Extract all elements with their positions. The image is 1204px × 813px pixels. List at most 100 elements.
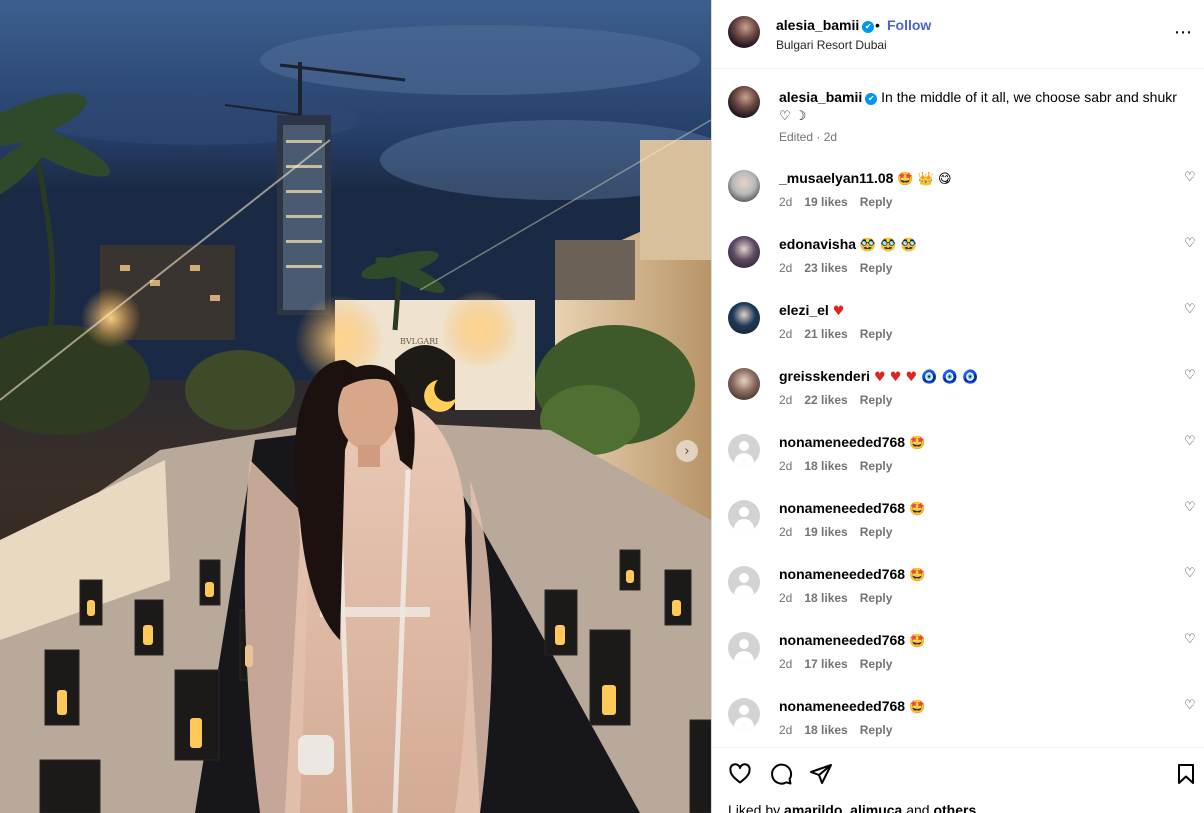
commenter-username[interactable]: nonameneeded768: [779, 566, 905, 582]
caption-username[interactable]: alesia_bamii: [779, 89, 862, 105]
default-avatar-icon[interactable]: [728, 434, 760, 466]
comment-likes[interactable]: 17 likes: [804, 657, 847, 671]
comment-like-heart-icon[interactable]: ♡: [1184, 434, 1196, 449]
comment-item: elezi_el ♥ 2d 21 likes Reply ♡: [728, 302, 1198, 358]
comment-item: nonameneeded768 🤩 2d 19 likes Reply ♡: [728, 500, 1198, 556]
reply-button[interactable]: Reply: [860, 327, 893, 341]
commenter-avatar[interactable]: [728, 302, 760, 334]
comment-item: nonameneeded768 🤩 2d 18 likes Reply ♡: [728, 698, 1198, 754]
commenter-username[interactable]: edonavisha: [779, 236, 856, 252]
reply-button[interactable]: Reply: [860, 393, 893, 407]
comment-meta: 2d 18 likes Reply: [779, 723, 904, 737]
commenter-username[interactable]: greisskenderi: [779, 368, 870, 384]
comment-text: 🤩: [908, 502, 926, 517]
comment-time: 2d: [779, 393, 793, 407]
default-avatar-icon[interactable]: [728, 632, 760, 664]
liked-by-line: Liked by amarildo_alimuca and others: [728, 802, 976, 813]
commenter-username[interactable]: nonameneeded768: [779, 500, 905, 516]
more-options-icon[interactable]: ⋯: [1174, 22, 1193, 43]
comment-meta: 2d 23 likes Reply: [779, 261, 904, 275]
reply-button[interactable]: Reply: [860, 591, 893, 605]
commenter-username[interactable]: elezi_el: [779, 302, 829, 318]
comment-likes[interactable]: 18 likes: [804, 591, 847, 605]
bulgari-sign: BVLGARI: [400, 337, 438, 346]
next-photo-button[interactable]: ›: [676, 440, 698, 462]
liked-by-user[interactable]: amarildo_alimuca: [784, 802, 902, 813]
comment-meta: 2d 21 likes Reply: [779, 327, 904, 341]
comment-meta: 2d 18 likes Reply: [779, 459, 904, 473]
default-avatar-icon[interactable]: [728, 698, 760, 730]
comment-likes[interactable]: 19 likes: [804, 525, 847, 539]
author-username-text: alesia_bamii: [776, 17, 860, 33]
comment-meta: 2d 19 likes Reply: [779, 195, 904, 209]
comment-body: nonameneeded768 🤩: [779, 632, 925, 649]
photo-scene: BVLGARI: [0, 0, 711, 813]
default-avatar-icon[interactable]: [728, 500, 760, 532]
comment-like-heart-icon[interactable]: ♡: [1184, 500, 1196, 515]
caption-meta: Edited · 2d: [779, 130, 838, 144]
comment-likes[interactable]: 22 likes: [804, 393, 847, 407]
comment-text: 🤩: [908, 634, 926, 649]
author-username[interactable]: alesia_bamii ✔: [776, 17, 875, 33]
chevron-right-icon: ›: [684, 443, 690, 459]
commenter-avatar[interactable]: [728, 236, 760, 268]
comment-time: 2d: [779, 459, 793, 473]
post-photo[interactable]: BVLGARI ›: [0, 0, 711, 813]
comment-text: 🥸 🥸 🥸: [859, 238, 917, 253]
post-details-panel: alesia_bamii ✔ • Follow Bulgari Resort Du…: [711, 0, 1204, 813]
caption-author-avatar[interactable]: [728, 86, 760, 118]
follow-button[interactable]: Follow: [887, 17, 931, 33]
comment-like-heart-icon[interactable]: ♡: [1184, 368, 1196, 383]
comment-like-heart-icon[interactable]: ♡: [1184, 170, 1196, 185]
commenter-avatar[interactable]: [728, 170, 760, 202]
post-location[interactable]: Bulgari Resort Dubai: [776, 38, 887, 52]
commenter-username[interactable]: _musaelyan11.08: [779, 170, 893, 186]
reply-button[interactable]: Reply: [860, 723, 893, 737]
reply-button[interactable]: Reply: [860, 261, 893, 275]
comment-time: 2d: [779, 327, 793, 341]
comment-likes[interactable]: 18 likes: [804, 459, 847, 473]
comment-body: elezi_el ♥: [779, 302, 844, 319]
reply-button[interactable]: Reply: [860, 525, 893, 539]
commenter-username[interactable]: nonameneeded768: [779, 434, 905, 450]
commenter-username[interactable]: nonameneeded768: [779, 698, 905, 714]
reply-button[interactable]: Reply: [860, 195, 893, 209]
comment-like-heart-icon[interactable]: ♡: [1184, 632, 1196, 647]
reply-button[interactable]: Reply: [860, 459, 893, 473]
bookmark-icon[interactable]: [1174, 762, 1198, 786]
comment-item: _musaelyan11.08 🤩 👑 😋 2d 19 likes Reply ♡: [728, 170, 1198, 226]
comment-likes[interactable]: 21 likes: [804, 327, 847, 341]
reply-button[interactable]: Reply: [860, 657, 893, 671]
comment-text: ♥ ♥ ♥ 🧿 🧿 🧿: [873, 370, 979, 385]
author-avatar[interactable]: [728, 16, 760, 48]
comment-item: edonavisha 🥸 🥸 🥸 2d 23 likes Reply ♡: [728, 236, 1198, 292]
comment-meta: 2d 17 likes Reply: [779, 657, 904, 671]
heart-icon[interactable]: [728, 762, 752, 786]
comment-body: greisskenderi ♥ ♥ ♥ 🧿 🧿 🧿: [779, 368, 978, 385]
comment-like-heart-icon[interactable]: ♡: [1184, 698, 1196, 713]
commenter-username[interactable]: nonameneeded768: [779, 632, 905, 648]
comment-like-heart-icon[interactable]: ♡: [1184, 302, 1196, 317]
comment-like-heart-icon[interactable]: ♡: [1184, 566, 1196, 581]
commenter-avatar[interactable]: [728, 368, 760, 400]
comment-likes[interactable]: 19 likes: [804, 195, 847, 209]
comment-body: _musaelyan11.08 🤩 👑 😋: [779, 170, 952, 187]
comment-meta: 2d 22 likes Reply: [779, 393, 904, 407]
comment-likes[interactable]: 23 likes: [804, 261, 847, 275]
separator-dot: •: [875, 17, 880, 33]
comment-body: nonameneeded768 🤩: [779, 500, 925, 517]
comment-like-heart-icon[interactable]: ♡: [1184, 236, 1196, 251]
comment-body: nonameneeded768 🤩: [779, 434, 925, 451]
default-avatar-icon[interactable]: [728, 566, 760, 598]
comment-time: 2d: [779, 723, 793, 737]
liked-by-prefix: Liked by: [728, 802, 781, 813]
comment-time: 2d: [779, 591, 793, 605]
comment-time: 2d: [779, 261, 793, 275]
liked-by-others[interactable]: others: [933, 802, 976, 813]
share-icon[interactable]: [809, 762, 833, 786]
comment-icon[interactable]: [769, 762, 793, 786]
comment-meta: 2d 18 likes Reply: [779, 591, 904, 605]
comment-text: ♥: [832, 304, 845, 319]
comment-likes[interactable]: 18 likes: [804, 723, 847, 737]
comment-meta: 2d 19 likes Reply: [779, 525, 904, 539]
